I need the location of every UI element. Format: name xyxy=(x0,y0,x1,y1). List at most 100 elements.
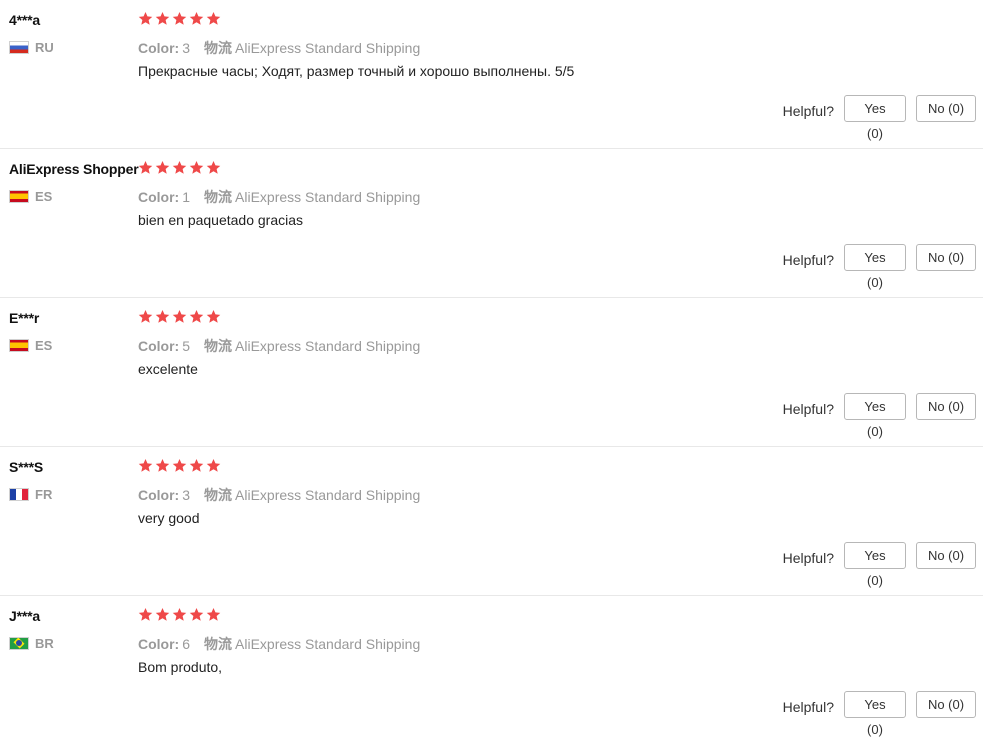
country-code: ES xyxy=(35,188,53,204)
shipping-value: AliExpress Standard Shipping xyxy=(235,487,421,503)
review-text: very good xyxy=(138,510,200,526)
star-icon xyxy=(138,607,153,621)
color-label: Color: xyxy=(138,636,180,652)
review-text: excelente xyxy=(138,361,198,377)
shipping-label: 物流 xyxy=(204,189,233,205)
reviewer-country: RU xyxy=(9,39,54,55)
helpful-vote: Helpful? Yes (0) No (0) xyxy=(782,95,976,141)
shipping-value: AliExpress Standard Shipping xyxy=(235,338,421,354)
star-icon xyxy=(138,458,153,472)
review-item: E***r ES Color: 5 物流 AliExpress Standard Sh… xyxy=(0,298,983,447)
country-code: FR xyxy=(35,486,53,502)
star-rating xyxy=(138,309,221,324)
star-icon xyxy=(155,309,170,323)
color-label: Color: xyxy=(138,189,180,205)
star-icon xyxy=(189,309,204,323)
review-text: Прекрасные часы; Ходят, размер точный и … xyxy=(138,63,575,79)
helpful-yes-button[interactable]: Yes (0) xyxy=(844,244,906,290)
star-rating xyxy=(138,160,221,175)
color-value: 3 xyxy=(182,487,191,503)
color-value: 6 xyxy=(182,636,191,652)
star-icon xyxy=(155,160,170,174)
color-value: 5 xyxy=(182,338,191,354)
star-icon xyxy=(189,458,204,472)
helpful-label: Helpful? xyxy=(782,102,834,119)
helpful-label: Helpful? xyxy=(782,400,834,417)
review-item: S***S FR Color: 3 物流 AliExpress Standard Sh… xyxy=(0,447,983,596)
color-value: 1 xyxy=(182,189,191,205)
star-icon xyxy=(206,607,221,621)
spain-flag-icon xyxy=(9,189,29,203)
review-item: AliExpress Shopper ES Color: 1 物流 AliExpres… xyxy=(0,149,983,298)
russia-flag-icon xyxy=(9,40,29,54)
helpful-no-button[interactable]: No (0) xyxy=(916,542,976,569)
star-icon xyxy=(138,160,153,174)
brazil-flag-icon xyxy=(9,636,29,650)
review-text: bien en paquetado gracias xyxy=(138,212,304,228)
star-icon xyxy=(155,458,170,472)
reviewer-country: ES xyxy=(9,337,52,353)
star-rating xyxy=(138,11,221,26)
star-icon xyxy=(189,607,204,621)
star-icon xyxy=(172,309,187,323)
helpful-label: Helpful? xyxy=(782,251,834,268)
reviewer-country: FR xyxy=(9,486,52,502)
order-attributes: Color: 3 物流 AliExpress Standard Shipping xyxy=(138,485,420,505)
helpful-no-button[interactable]: No (0) xyxy=(916,95,976,122)
review-list: 4***a RU Color: 3 物流 AliExpress Standard Sh… xyxy=(0,0,1001,746)
order-attributes: Color: 3 物流 AliExpress Standard Shipping xyxy=(138,38,420,58)
reviewer-name: 4***a xyxy=(9,12,40,28)
shipping-label: 物流 xyxy=(204,636,233,652)
star-icon xyxy=(172,160,187,174)
country-code: ES xyxy=(35,337,53,353)
helpful-vote: Helpful? Yes (0) No (0) xyxy=(783,691,976,737)
shipping-label: 物流 xyxy=(204,40,233,56)
reviewer-name: E***r xyxy=(9,310,40,326)
star-rating xyxy=(138,607,221,622)
shipping-label: 物流 xyxy=(204,487,233,503)
helpful-yes-button[interactable]: Yes (0) xyxy=(844,691,906,737)
reviewer-country: ES xyxy=(9,188,52,204)
order-attributes: Color: 1 物流 AliExpress Standard Shipping xyxy=(138,187,420,207)
review-item: J***a BR Color: 6 物流 AliExpress Standard Sh… xyxy=(0,596,983,745)
shipping-value: AliExpress Standard Shipping xyxy=(235,40,421,56)
shipping-value: AliExpress Standard Shipping xyxy=(235,636,421,652)
country-code: BR xyxy=(35,635,54,651)
reviewer-name: AliExpress Shopper xyxy=(9,161,139,177)
color-label: Color: xyxy=(138,40,180,56)
color-label: Color: xyxy=(138,338,180,354)
reviewer-name: J***a xyxy=(9,608,40,624)
country-code: RU xyxy=(35,39,54,55)
helpful-no-button[interactable]: No (0) xyxy=(916,393,976,420)
helpful-yes-button[interactable]: Yes (0) xyxy=(844,95,906,141)
helpful-label: Helpful? xyxy=(782,549,834,566)
star-icon xyxy=(138,309,153,323)
star-icon xyxy=(172,11,187,25)
star-icon xyxy=(138,11,153,25)
star-rating xyxy=(138,458,221,473)
helpful-vote: Helpful? Yes (0) No (0) xyxy=(782,244,976,290)
color-label: Color: xyxy=(138,487,180,503)
shipping-label: 物流 xyxy=(204,338,233,354)
star-icon xyxy=(155,607,170,621)
order-attributes: Color: 6 物流 AliExpress Standard Shipping xyxy=(138,634,420,654)
star-icon xyxy=(172,458,187,472)
france-flag-icon xyxy=(9,487,29,501)
star-icon xyxy=(206,458,221,472)
helpful-yes-button[interactable]: Yes (0) xyxy=(844,542,906,588)
review-item: 4***a RU Color: 3 物流 AliExpress Standard Sh… xyxy=(0,0,983,149)
star-icon xyxy=(189,160,204,174)
star-icon xyxy=(206,160,221,174)
helpful-no-button[interactable]: No (0) xyxy=(916,691,976,718)
spain-flag-icon xyxy=(9,338,29,352)
review-text: Bom produto, xyxy=(138,659,223,675)
helpful-vote: Helpful? Yes (0) No (0) xyxy=(782,393,976,439)
helpful-no-button[interactable]: No (0) xyxy=(916,244,976,271)
order-attributes: Color: 5 物流 AliExpress Standard Shipping xyxy=(138,336,420,356)
reviewer-country: BR xyxy=(9,635,54,651)
helpful-vote: Helpful? Yes (0) No (0) xyxy=(782,542,976,588)
helpful-yes-button[interactable]: Yes (0) xyxy=(844,393,906,439)
color-value: 3 xyxy=(182,40,191,56)
star-icon xyxy=(189,11,204,25)
star-icon xyxy=(155,11,170,25)
